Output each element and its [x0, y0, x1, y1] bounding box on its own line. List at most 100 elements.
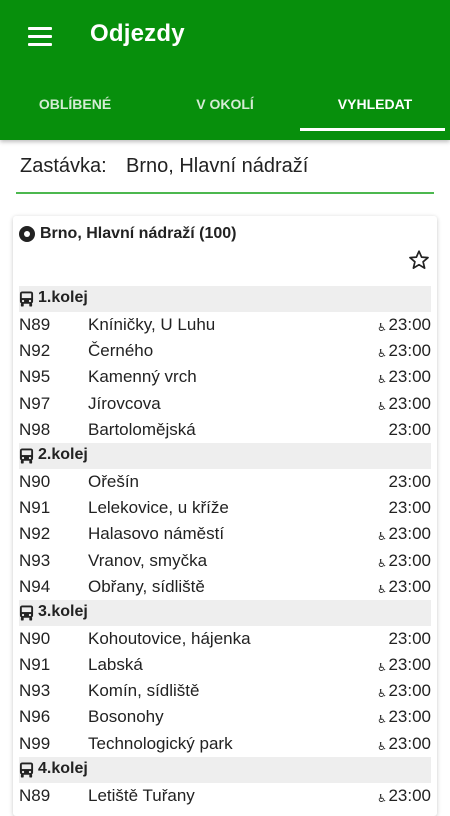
departure-time: 23:00	[388, 393, 431, 413]
tab-search[interactable]: VYHLEDAT	[300, 82, 450, 131]
departure-time: 23:00	[388, 367, 431, 387]
card-header: Brno, Hlavní nádraží (100)	[19, 225, 431, 278]
departure-row[interactable]: N90 Ořešín 23:00	[19, 469, 431, 495]
platform-header: 1.kolej	[19, 286, 431, 312]
departure-time: 23:00	[388, 471, 431, 491]
line-number: N89	[19, 315, 51, 334]
wheelchair-icon: ♿	[377, 714, 387, 727]
tab-label: OBLÍBENÉ	[38, 96, 112, 112]
bus-icon	[19, 448, 34, 464]
wheelchair-icon: ♿	[377, 400, 387, 413]
line-number: N94	[19, 576, 51, 596]
line-number: N89	[19, 785, 51, 805]
line-number: N92	[19, 341, 51, 361]
wheelchair-icon: ♿	[377, 374, 387, 387]
tab-indicator	[300, 128, 445, 131]
bus-icon	[19, 291, 34, 307]
departure-time: 23:00	[388, 524, 431, 544]
wheelchair-icon: ♿	[377, 688, 387, 701]
departure-time: 23:00	[388, 315, 431, 334]
destination: Černého	[88, 341, 154, 361]
line-number: N96	[19, 707, 51, 727]
platform-header: 4.kolej	[19, 756, 431, 783]
star-outline-icon[interactable]	[407, 248, 431, 272]
departures-list: 1.kolej N89 Kníničky, U Luhu ♿ 23:00 N92 Černé…	[19, 286, 431, 809]
card-title: Brno, Hlavní nádraží (100)	[40, 225, 237, 242]
bus-icon	[19, 762, 34, 778]
stop-field-label: Zastávka:	[20, 155, 107, 177]
departure-row[interactable]: N93 Komín, sídliště ♿ 23:00	[19, 678, 431, 704]
departure-row[interactable]: N92 Černého ♿ 23:00	[19, 338, 431, 364]
platform-name: 3.kolej	[38, 602, 88, 620]
platform-header: 3.kolej	[19, 599, 431, 626]
destination: Kníničky, U Luhu	[88, 315, 216, 334]
wheelchair-icon: ♿	[377, 740, 387, 753]
destination: Vranov, smyčka	[88, 550, 208, 570]
tab-bar: OBLÍBENÉ V OKOLÍ VYHLEDAT	[0, 82, 450, 131]
departure-row[interactable]: N94 Obřany, sídliště ♿ 23:00	[19, 574, 431, 600]
stop-search-field[interactable]: Zastávka: Brno, Hlavní nádraží	[0, 140, 450, 194]
destination: Kohoutovice, hájenka	[88, 628, 251, 648]
departure-row[interactable]: N95 Kamenný vrch ♿ 23:00	[19, 364, 431, 390]
departure-row[interactable]: N98 Bartolomějská 23:00	[19, 417, 431, 443]
destination: Halasovo náměstí	[88, 524, 225, 544]
stop-field-underline	[16, 192, 434, 194]
destination: Technologický park	[88, 733, 233, 753]
departure-row[interactable]: N99 Technologický park ♿ 23:00	[19, 731, 431, 757]
destination: Obřany, sídliště	[88, 576, 205, 596]
line-number: N93	[19, 681, 51, 701]
line-number: N97	[19, 393, 51, 413]
line-number: N95	[19, 367, 51, 387]
destination: Labská	[88, 655, 143, 675]
departure-row[interactable]: N96 Bosonohy ♿ 23:00	[19, 704, 431, 730]
destination: Letiště Tuřany	[88, 785, 195, 805]
departure-row[interactable]: N91 Labská ♿ 23:00	[19, 652, 431, 678]
stop-field-value[interactable]: Brno, Hlavní nádraží	[126, 155, 308, 178]
wheelchair-icon: ♿	[377, 792, 387, 805]
wheelchair-icon: ♿	[377, 583, 387, 596]
platform-name: 4.kolej	[38, 759, 88, 777]
app-bar: Odjezdy OBLÍBENÉ V OKOLÍ VYHLEDAT	[0, 0, 450, 140]
wheelchair-icon: ♿	[377, 557, 387, 570]
tab-nearby[interactable]: V OKOLÍ	[150, 82, 300, 130]
wheelchair-icon: ♿	[377, 348, 387, 361]
departure-time: 23:00	[388, 498, 431, 518]
tab-label: V OKOLÍ	[196, 96, 254, 112]
wheelchair-icon: ♿	[377, 531, 387, 544]
menu-icon[interactable]	[28, 27, 52, 46]
destination: Ořešín	[88, 471, 140, 491]
departure-time: 23:00	[388, 550, 431, 570]
departure-row[interactable]: N90 Kohoutovice, hájenka 23:00	[19, 626, 431, 652]
departures-card: Brno, Hlavní nádraží (100) 1.kolej N89 Kní…	[13, 216, 437, 816]
departure-time: 23:00	[388, 785, 431, 805]
departure-time: 23:00	[388, 707, 431, 727]
wheelchair-icon: ♿	[377, 322, 387, 334]
departure-row[interactable]: N89 Letiště Tuřany ♿ 23:00	[19, 783, 431, 809]
destination: Jírovcova	[88, 393, 161, 413]
departure-time: 23:00	[388, 576, 431, 596]
line-number: N90	[19, 628, 51, 648]
destination: Lelekovice, u kříže	[88, 498, 229, 518]
departure-time: 23:00	[388, 628, 431, 648]
departure-row[interactable]: N97 Jírovcova ♿ 23:00	[19, 391, 431, 417]
tab-label: VYHLEDAT	[337, 96, 413, 112]
line-number: N98	[19, 419, 51, 439]
destination: Komín, sídliště	[88, 681, 200, 701]
line-number: N90	[19, 471, 51, 491]
destination: Kamenný vrch	[88, 367, 197, 387]
departure-row[interactable]: N91 Lelekovice, u kříže 23:00	[19, 495, 431, 521]
line-number: N93	[19, 550, 51, 570]
bus-icon	[19, 605, 34, 621]
departure-time: 23:00	[388, 681, 431, 701]
departure-row[interactable]: N93 Vranov, smyčka ♿ 23:00	[19, 548, 431, 574]
line-number: N92	[19, 524, 51, 544]
stop-marker-icon	[19, 226, 35, 242]
departure-time: 23:00	[388, 655, 431, 675]
departure-row[interactable]: N92 Halasovo náměstí ♿ 23:00	[19, 521, 431, 547]
line-number: N99	[19, 733, 51, 753]
destination: Bartolomějská	[88, 419, 196, 439]
line-number: N91	[19, 498, 51, 518]
tab-favorites[interactable]: OBLÍBENÉ	[0, 82, 150, 130]
departure-row[interactable]: N89 Kníničky, U Luhu ♿ 23:00	[19, 312, 431, 338]
platform-header: 2.kolej	[19, 442, 431, 469]
